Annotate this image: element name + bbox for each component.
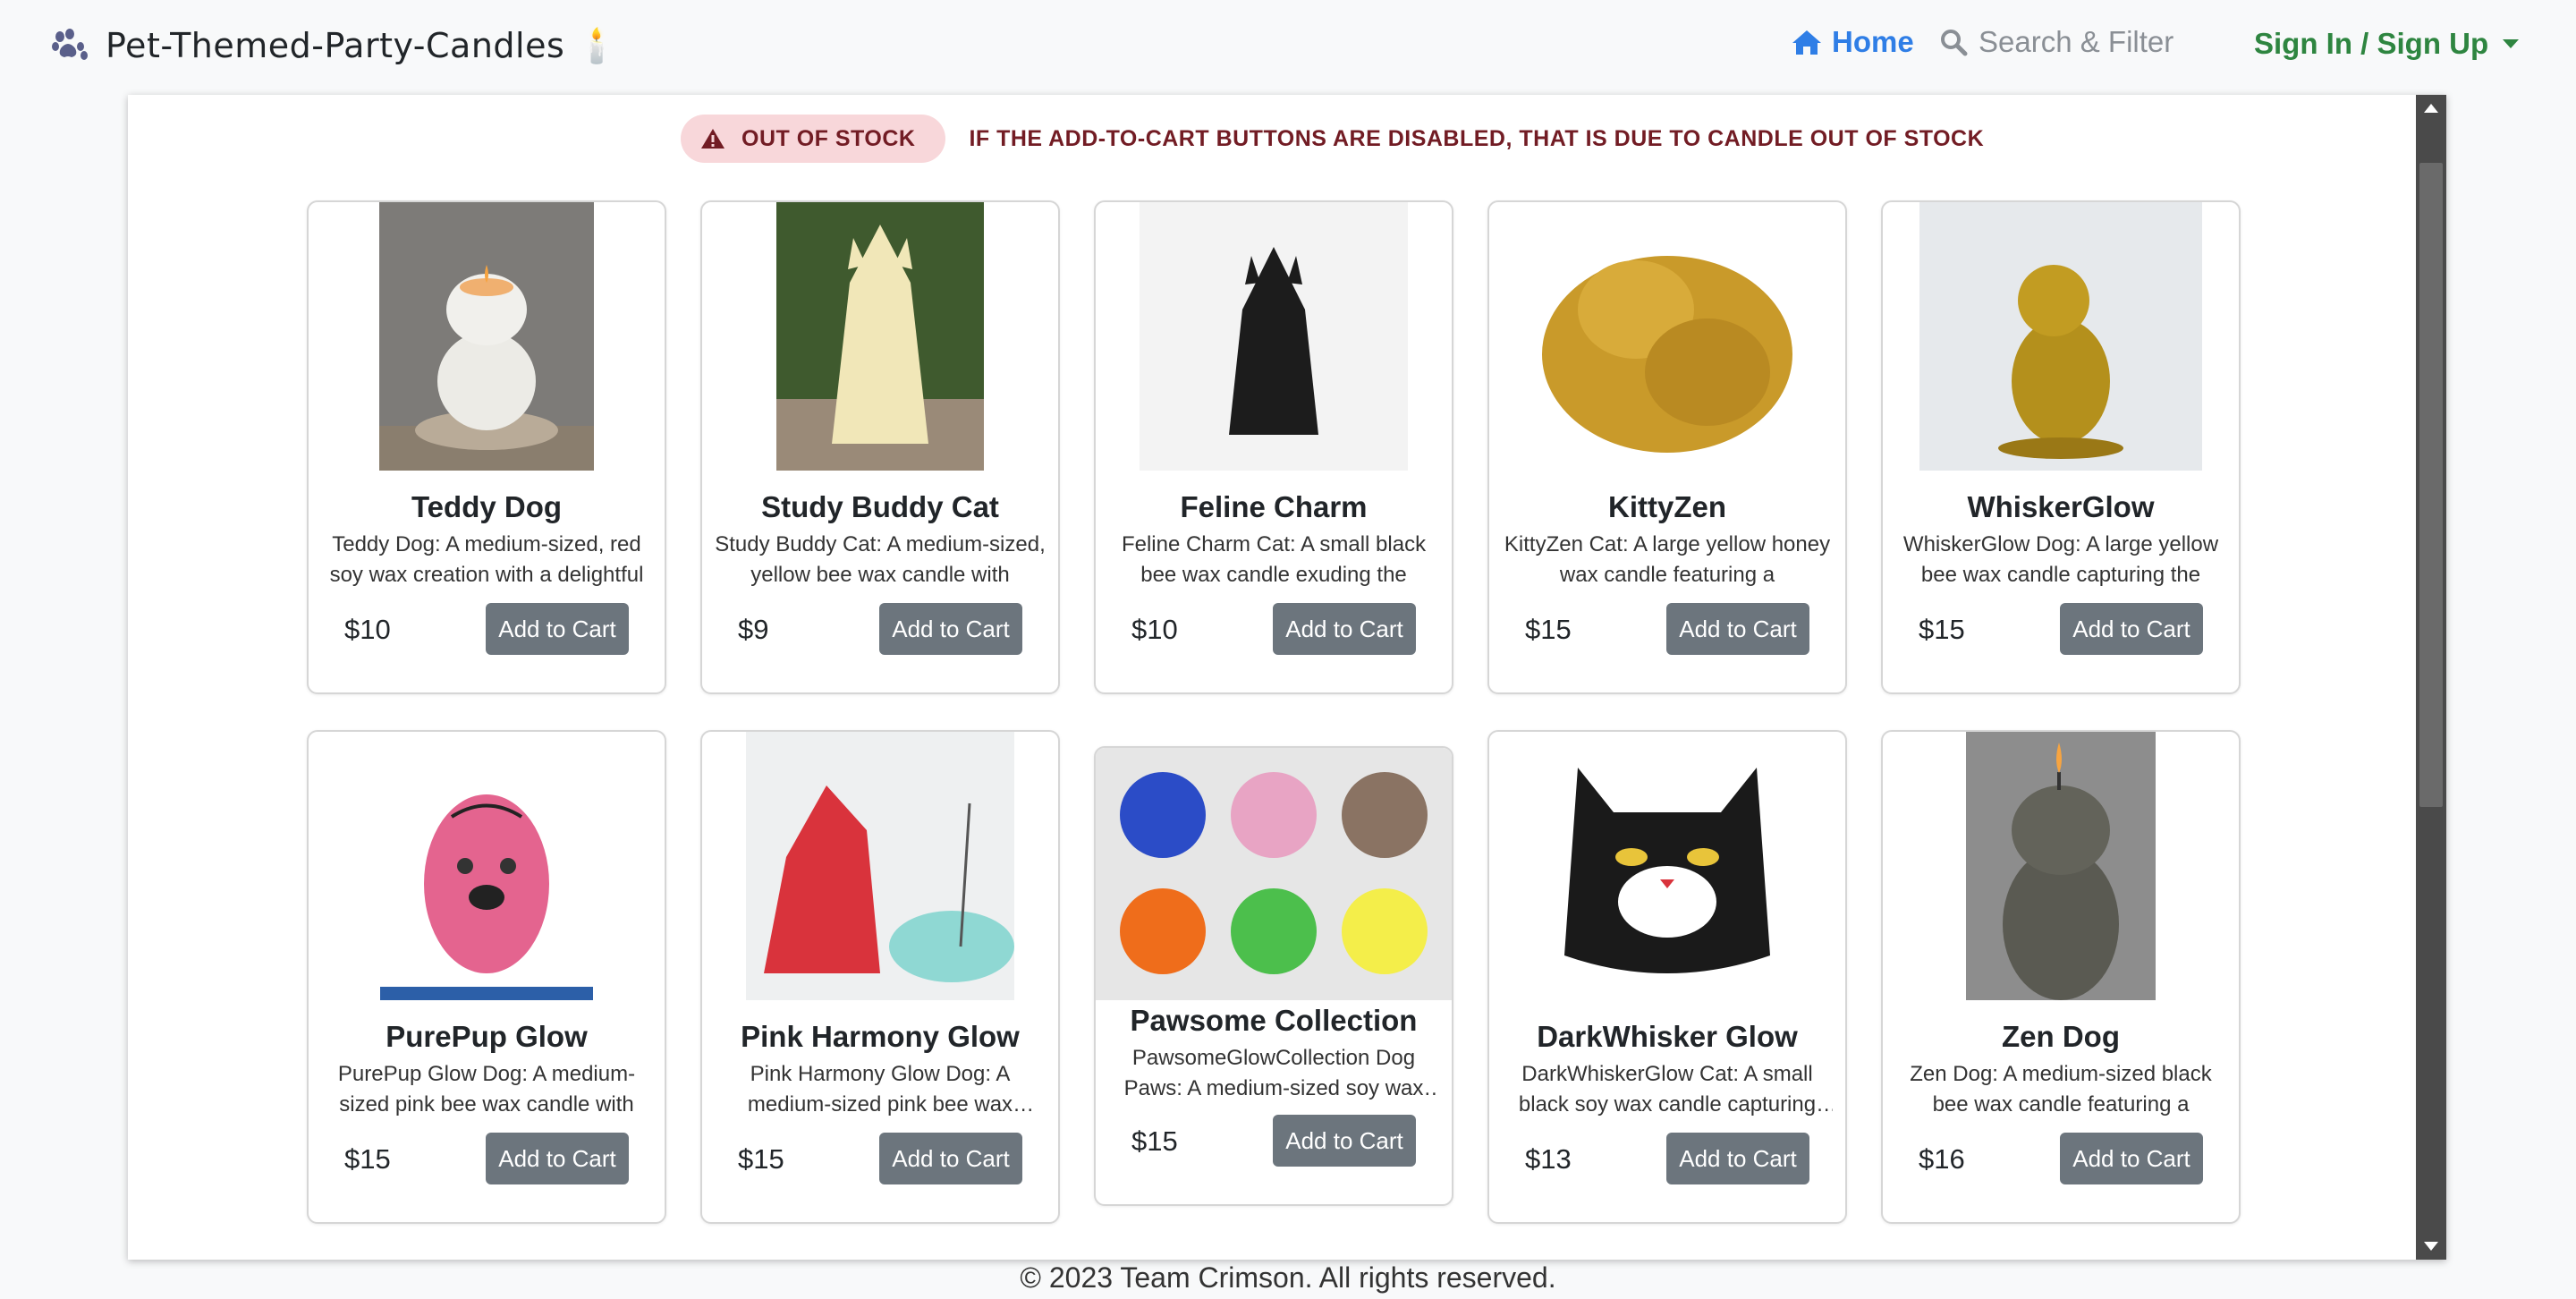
product-image — [1966, 732, 2156, 1000]
product-image — [379, 202, 594, 471]
product-image — [1096, 748, 1452, 1000]
product-description: PurePup Glow Dog: A medium-sized pink be… — [337, 1062, 636, 1116]
product-description: Zen Dog: A medium-sized black bee wax ca… — [1910, 1062, 2212, 1116]
product-card: Pawsome Collection PawsomeGlowCollection… — [1094, 746, 1453, 1206]
add-to-cart-button[interactable]: Add to Cart — [486, 1133, 629, 1184]
product-name: Teddy Dog — [411, 490, 563, 523]
add-to-cart-button[interactable]: Add to Cart — [879, 1133, 1022, 1184]
product-panel: OUT OF STOCK IF THE ADD-TO-CART BUTTONS … — [128, 95, 2446, 1260]
product-price: $9 — [738, 614, 769, 645]
search-icon — [1941, 30, 1968, 56]
stock-notice: OUT OF STOCK IF THE ADD-TO-CART BUTTONS … — [681, 115, 1984, 163]
product-card: KittyZen KittyZen Cat: A large yellow ho… — [1487, 200, 1847, 694]
product-price: $15 — [344, 1143, 391, 1175]
footer-copyright: © 2023 Team Crimson. All rights reserved… — [1020, 1261, 1556, 1294]
add-to-cart-button[interactable]: Add to Cart — [486, 603, 629, 655]
scroll-up-arrow-icon[interactable] — [2424, 104, 2438, 113]
scroll-thumb[interactable] — [2419, 163, 2443, 807]
product-image — [776, 202, 984, 471]
product-description: Feline Charm Cat: A small black bee wax … — [1121, 532, 1427, 587]
out-of-stock-badge: OUT OF STOCK — [681, 115, 946, 163]
product-price: $15 — [1525, 614, 1572, 645]
product-description: Pink Harmony Glow Dog: A medium-sized pi… — [747, 1062, 1013, 1116]
product-price: $13 — [1525, 1143, 1572, 1175]
product-name: PurePup Glow — [386, 1020, 588, 1053]
product-price: $10 — [1131, 614, 1178, 645]
product-image — [1919, 202, 2202, 471]
paw-icon — [52, 29, 88, 60]
add-to-cart-button[interactable]: Add to Cart — [879, 603, 1022, 655]
product-card: DarkWhisker Glow DarkWhiskerGlow Cat: A … — [1487, 730, 1847, 1224]
product-image — [1520, 202, 1815, 471]
product-image — [1533, 732, 1801, 1000]
product-description: DarkWhiskerGlow Cat: A small black soy w… — [1518, 1062, 1817, 1116]
home-icon — [1792, 30, 1821, 55]
nav-home-link[interactable]: Home — [1791, 25, 1914, 59]
product-price: $10 — [344, 614, 391, 645]
product-price: $16 — [1919, 1143, 1965, 1175]
product-name: Study Buddy Cat — [761, 490, 999, 523]
product-card: Zen Dog Zen Dog: A medium-sized black be… — [1881, 730, 2241, 1224]
product-description: Teddy Dog: A medium-sized, red soy wax c… — [329, 532, 644, 587]
sign-in-label: Sign In / Sign Up — [2254, 27, 2489, 60]
scroll-down-arrow-icon[interactable] — [2424, 1242, 2438, 1251]
product-name: WhiskerGlow — [1967, 490, 2155, 523]
product-card: WhiskerGlow WhiskerGlow Dog: A large yel… — [1881, 200, 2241, 694]
add-to-cart-button[interactable]: Add to Cart — [2060, 603, 2203, 655]
product-card: Study Buddy Cat Study Buddy Cat: A mediu… — [700, 200, 1060, 694]
product-description: PawsomeGlowCollection Dog Paws: A medium… — [1123, 1046, 1424, 1100]
product-description: KittyZen Cat: A large yellow honey wax c… — [1504, 532, 1831, 587]
add-to-cart-button[interactable]: Add to Cart — [1666, 603, 1809, 655]
product-description: Study Buddy Cat: A medium-sized, yellow … — [715, 532, 1046, 587]
product-card: Pink Harmony Glow Pink Harmony Glow Dog:… — [700, 730, 1060, 1224]
product-image — [380, 732, 593, 1000]
product-card: Feline Charm Feline Charm Cat: A small b… — [1094, 200, 1453, 694]
add-to-cart-button[interactable]: Add to Cart — [1273, 1115, 1416, 1167]
scrollbar[interactable] — [2416, 95, 2446, 1260]
out-of-stock-message: IF THE ADD-TO-CART BUTTONS ARE DISABLED,… — [969, 125, 1985, 151]
product-image — [1140, 202, 1408, 471]
product-price: $15 — [1919, 614, 1965, 645]
product-image — [746, 732, 1014, 1000]
product-card: PurePup Glow PurePup Glow Dog: A medium-… — [307, 730, 666, 1224]
product-name: Pink Harmony Glow — [741, 1020, 1020, 1053]
product-name: KittyZen — [1608, 490, 1726, 523]
brand[interactable]: Pet-Themed-Party-Candles 🕯️ — [52, 20, 619, 72]
product-price: $15 — [738, 1143, 784, 1175]
product-price: $15 — [1131, 1125, 1178, 1157]
product-card: Teddy Dog Teddy Dog: A medium-sized, red… — [307, 200, 666, 694]
product-name: Zen Dog — [2002, 1020, 2120, 1053]
chevron-down-icon — [2503, 39, 2520, 48]
sign-in-dropdown[interactable]: Sign In / Sign Up — [2254, 27, 2520, 61]
add-to-cart-button[interactable]: Add to Cart — [2060, 1133, 2203, 1184]
nav-home-label: Home — [1832, 25, 1914, 58]
out-of-stock-label: OUT OF STOCK — [741, 125, 916, 151]
product-name: Feline Charm — [1180, 490, 1368, 523]
warning-icon — [701, 129, 724, 149]
top-navbar: Pet-Themed-Party-Candles 🕯️ Home Search … — [0, 0, 2576, 91]
brand-title: Pet-Themed-Party-Candles 🕯️ — [106, 25, 619, 65]
product-name: DarkWhisker Glow — [1537, 1020, 1798, 1053]
add-to-cart-button[interactable]: Add to Cart — [1666, 1133, 1809, 1184]
nav-search-label: Search & Filter — [1979, 25, 2174, 58]
add-to-cart-button[interactable]: Add to Cart — [1273, 603, 1416, 655]
nav-search-link[interactable]: Search & Filter — [1939, 25, 2174, 59]
product-description: WhiskerGlow Dog: A large yellow bee wax … — [1902, 532, 2219, 587]
product-name: Pawsome Collection — [1130, 1004, 1418, 1037]
